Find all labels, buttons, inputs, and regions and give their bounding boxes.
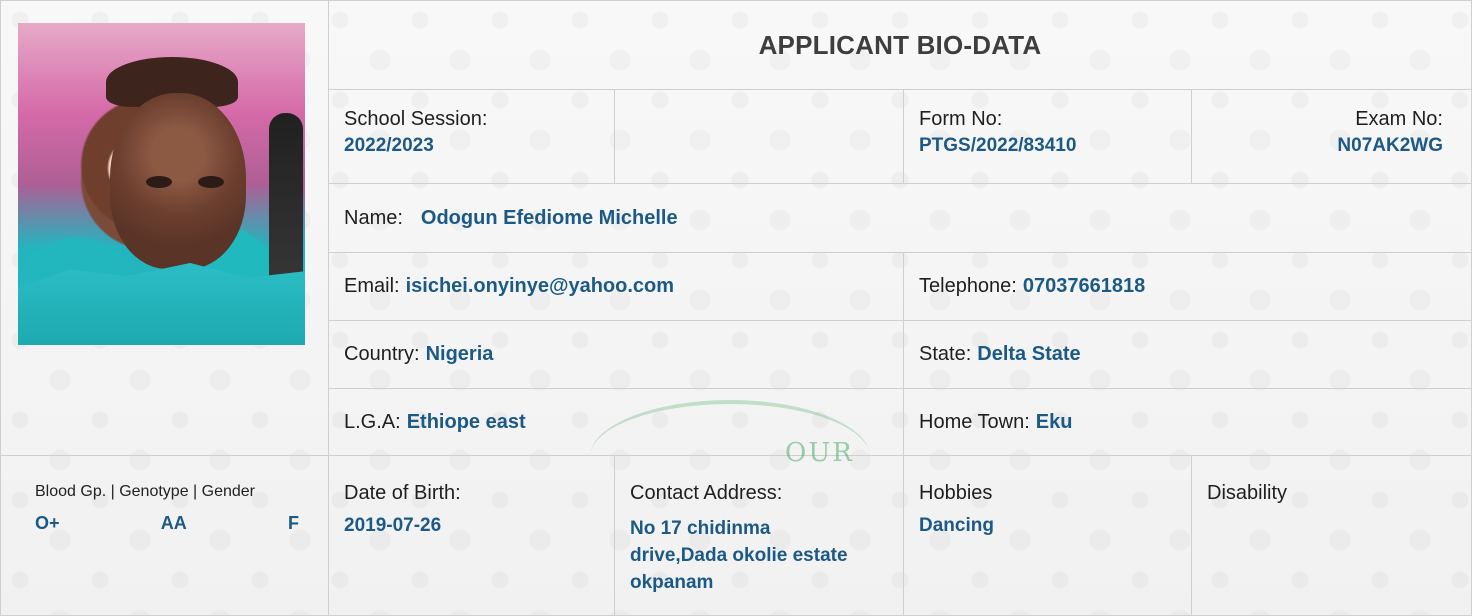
contact-address-value: No 17 chidinma drive,Dada okolie estate … <box>630 518 848 593</box>
photo-shirt <box>18 263 305 345</box>
exam-no-cell: Exam No: N07AK2WG <box>1192 90 1472 184</box>
state-value: Delta State <box>977 343 1081 365</box>
page-title: APPLICANT BIO-DATA <box>758 29 1042 60</box>
photo-right-eye <box>198 176 224 188</box>
exam-no-value: N07AK2WG <box>1337 135 1443 156</box>
name-value: Odogun Efediome Michelle <box>420 206 678 229</box>
home-town-cell: Home Town: Eku <box>904 389 1472 456</box>
lga-value: Ethiope east <box>406 410 526 433</box>
home-town-value: Eku <box>1035 410 1073 433</box>
applicant-photo <box>18 23 305 345</box>
country-row: Country: Nigeria <box>329 321 903 388</box>
email-label: Email: <box>344 275 400 297</box>
disability-cell: Disability <box>1192 456 1472 616</box>
genotype-value: AA <box>160 513 187 533</box>
hobbies-cell: Hobbies Dancing <box>904 456 1192 616</box>
state-label: State: <box>919 343 972 365</box>
hobbies-value: Dancing <box>919 515 994 536</box>
school-session-block: School Session: 2022/2023 <box>329 90 614 157</box>
bio-values: O+ AA F <box>35 513 299 534</box>
date-of-birth-label: Date of Birth: <box>344 482 461 504</box>
exam-no-block: Exam No: N07AK2WG <box>1192 90 1471 157</box>
country-cell: Country: Nigeria <box>329 321 904 389</box>
school-session-value: 2022/2023 <box>344 135 434 156</box>
photo-cell <box>0 0 329 456</box>
bio-label: Blood Gp. | Genotype | Gender <box>35 483 255 500</box>
home-town-row: Home Town: Eku <box>904 389 1471 455</box>
photo-left-eye <box>146 176 172 188</box>
watermark-text: OUR <box>785 438 854 468</box>
applicant-bio-data-sheet: APPLICANT BIO-DATA School Session: 2022/… <box>0 0 1472 616</box>
name-cell: Name: Odogun Efediome Michelle <box>329 184 1472 253</box>
date-of-birth-cell: Date of Birth: 2019-07-26 <box>329 456 615 616</box>
email-cell: Email: isichei.onyinye@yahoo.com <box>329 253 904 321</box>
school-session-label: School Session: <box>344 108 488 130</box>
exam-no-label: Exam No: <box>1355 108 1443 130</box>
email-row: Email: isichei.onyinye@yahoo.com <box>329 253 903 320</box>
telephone-label: Telephone: <box>919 275 1017 297</box>
state-cell: State: Delta State <box>904 321 1472 389</box>
disability-block: Disability <box>1192 456 1471 505</box>
school-session-cell: School Session: 2022/2023 <box>329 90 615 184</box>
hobbies-label: Hobbies <box>919 482 993 504</box>
name-row: Name: Odogun Efediome Michelle <box>329 184 1471 252</box>
form-no-cell: Form No: PTGS/2022/83410 <box>904 90 1192 184</box>
bio-cell: Blood Gp. | Genotype | Gender O+ AA F <box>0 456 329 616</box>
date-of-birth-block: Date of Birth: 2019-07-26 <box>329 456 614 537</box>
telephone-cell: Telephone: 07037661818 <box>904 253 1472 321</box>
gender-value: F <box>287 513 299 533</box>
form-no-block: Form No: PTGS/2022/83410 <box>904 90 1191 157</box>
photo-face <box>110 93 246 269</box>
lga-label: L.G.A: <box>344 410 401 433</box>
date-of-birth-value: 2019-07-26 <box>344 515 442 536</box>
bio-block: Blood Gp. | Genotype | Gender O+ AA F <box>1 456 328 534</box>
email-value: isichei.onyinye@yahoo.com <box>405 275 675 297</box>
form-no-value: PTGS/2022/83410 <box>919 135 1077 156</box>
state-row: State: Delta State <box>904 321 1471 388</box>
disability-label: Disability <box>1207 482 1288 504</box>
telephone-row: Telephone: 07037661818 <box>904 253 1471 320</box>
country-value: Nigeria <box>425 343 494 365</box>
title-cell: APPLICANT BIO-DATA <box>329 0 1472 90</box>
telephone-value: 07037661818 <box>1022 275 1146 297</box>
blood-group-value: O+ <box>35 513 60 533</box>
hobbies-block: Hobbies Dancing <box>904 456 1191 537</box>
empty-header-cell <box>615 90 904 184</box>
name-label: Name: <box>344 206 403 229</box>
home-town-label: Home Town: <box>919 410 1030 433</box>
form-no-label: Form No: <box>919 108 1003 130</box>
country-label: Country: <box>344 343 420 365</box>
